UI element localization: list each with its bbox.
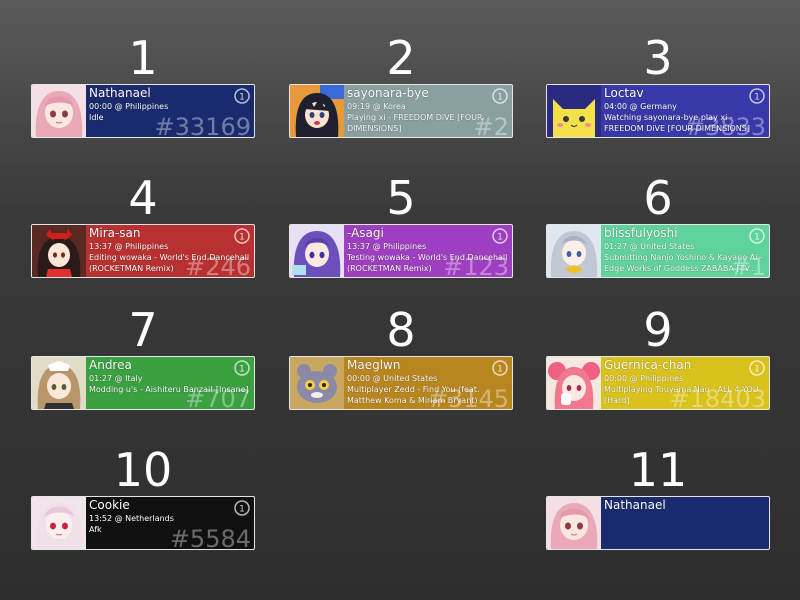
user-card[interactable]: Maeglwn 00:00 @ United States Multiplaye…	[289, 356, 513, 410]
avatar[interactable]	[547, 497, 601, 549]
osu-mode-icon: 1	[749, 360, 765, 376]
avatar[interactable]	[290, 225, 344, 277]
slot-number: 6	[643, 171, 673, 225]
user-slot-6: 6 blissfulyoshi 01:27 @ United States Su…	[546, 170, 770, 290]
osu-mode-icon: 1	[749, 228, 765, 244]
slot-number: 8	[386, 303, 416, 357]
slot-number: 1	[128, 31, 158, 85]
time-location: 00:00 @ Philippines	[604, 374, 684, 383]
slot-number: 4	[128, 171, 158, 225]
mode-icon-label: 1	[497, 93, 503, 103]
mode-icon-label: 1	[239, 93, 245, 103]
time-location: 00:00 @ Philippines	[89, 102, 169, 111]
avatar[interactable]	[32, 85, 86, 137]
avatar[interactable]	[290, 85, 344, 137]
user-slot-3: 3 Loctav 04:00 @ Germany Watching sayona…	[546, 30, 770, 150]
username: blissfulyoshi	[604, 226, 678, 240]
mode-icon-label: 1	[754, 93, 760, 103]
user-card[interactable]: Andrea 01:27 @ Italy Modding u's - Aishi…	[31, 356, 255, 410]
mode-icon-label: 1	[239, 233, 245, 243]
avatar[interactable]	[32, 497, 86, 549]
osu-mode-icon: 1	[749, 88, 765, 104]
avatar[interactable]	[290, 357, 344, 409]
username: Loctav	[604, 86, 644, 100]
username: -Asagi	[347, 226, 384, 240]
user-slot-10: 10 Cookie 13:52 @ Netherlands Afk #5584 …	[31, 442, 255, 562]
user-card[interactable]: Nathanael	[546, 496, 770, 550]
username: sayonara-bye	[347, 86, 429, 100]
user-card[interactable]: Mira-san 13:37 @ Philippines Editing wow…	[31, 224, 255, 278]
time-location: 09:19 @ Korea	[347, 102, 406, 111]
mode-icon-label: 1	[754, 365, 760, 375]
slot-number: 2	[386, 31, 416, 85]
slot-number: 7	[128, 303, 158, 357]
osu-mode-icon: 1	[492, 228, 508, 244]
rank-text: #246	[185, 253, 251, 278]
user-slot-2: 2 sayonara-bye 09:19 @ Korea Playing xi …	[289, 30, 513, 150]
username: Cookie	[89, 498, 130, 512]
avatar[interactable]	[547, 357, 601, 409]
slot-number: 5	[386, 171, 416, 225]
rank-text: #18403	[669, 385, 766, 410]
user-slot-7: 7 Andrea 01:27 @ Italy Modding u's - Ais…	[31, 302, 255, 422]
user-card[interactable]: -Asagi 13:37 @ Philippines Testing wowak…	[289, 224, 513, 278]
user-slot-5: 5 -Asagi 13:37 @ Philippines Testing wow…	[289, 170, 513, 290]
username: Nathanael	[604, 498, 666, 512]
time-location: 04:00 @ Germany	[604, 102, 677, 111]
username: Mira-san	[89, 226, 141, 240]
time-location: 13:37 @ Philippines	[347, 242, 427, 251]
user-slot-8: 8 Maeglwn 00:00 @ United States Multipla…	[289, 302, 513, 422]
user-card[interactable]: Loctav 04:00 @ Germany Watching sayonara…	[546, 84, 770, 138]
rank-text: #707	[185, 385, 251, 410]
rank-text: #123	[443, 253, 509, 278]
username: Nathanael	[89, 86, 151, 100]
avatar[interactable]	[32, 225, 86, 277]
time-location: 01:27 @ United States	[604, 242, 695, 251]
avatar[interactable]	[32, 357, 86, 409]
osu-mode-icon: 1	[234, 228, 250, 244]
mode-icon-label: 1	[754, 233, 760, 243]
username: Andrea	[89, 358, 132, 372]
osu-mode-icon: 1	[234, 360, 250, 376]
osu-mode-icon: 1	[492, 360, 508, 376]
slot-number: 3	[643, 31, 673, 85]
user-slot-11: 11 Nathanael	[546, 442, 770, 562]
time-location: 13:37 @ Philippines	[89, 242, 169, 251]
avatar[interactable]	[547, 85, 601, 137]
slot-number: 10	[113, 443, 173, 497]
rank-text: #5584	[169, 525, 251, 550]
osu-mode-icon: 1	[234, 88, 250, 104]
mode-icon-label: 1	[239, 505, 245, 515]
mode-icon-label: 1	[497, 365, 503, 375]
rank-text: #3833	[684, 113, 766, 138]
rank-text: #1	[730, 253, 766, 278]
username: Guernica-chan	[604, 358, 692, 372]
rank-text: #33169	[154, 113, 251, 138]
time-location: 13:52 @ Netherlands	[89, 514, 174, 523]
osu-mode-icon: 1	[234, 500, 250, 516]
username: Maeglwn	[347, 358, 401, 372]
rank-text: #3145	[427, 385, 509, 410]
user-card[interactable]: sayonara-bye 09:19 @ Korea Playing xi - …	[289, 84, 513, 138]
mode-icon-label: 1	[497, 233, 503, 243]
user-card[interactable]: Cookie 13:52 @ Netherlands Afk #5584 1	[31, 496, 255, 550]
slot-number: 9	[643, 303, 673, 357]
rank-text: #2	[473, 113, 509, 138]
slot-number: 11	[628, 443, 688, 497]
user-card[interactable]: Nathanael 00:00 @ Philippines Idle #3316…	[31, 84, 255, 138]
avatar[interactable]	[547, 225, 601, 277]
mode-icon-label: 1	[239, 365, 245, 375]
user-card[interactable]: Guernica-chan 00:00 @ Philippines Multip…	[546, 356, 770, 410]
time-location: 00:00 @ United States	[347, 374, 438, 383]
user-card[interactable]: blissfulyoshi 01:27 @ United States Subm…	[546, 224, 770, 278]
user-slot-4: 4 Mira-san 13:37 @ Philippines Editing w…	[31, 170, 255, 290]
user-slot-1: 1 Nathanael 00:00 @ Philippines Idle #33…	[31, 30, 255, 150]
osu-mode-icon: 1	[492, 88, 508, 104]
user-slot-9: 9 Guernica-chan 00:00 @ Philippines Mult…	[546, 302, 770, 422]
time-location: 01:27 @ Italy	[89, 374, 143, 383]
